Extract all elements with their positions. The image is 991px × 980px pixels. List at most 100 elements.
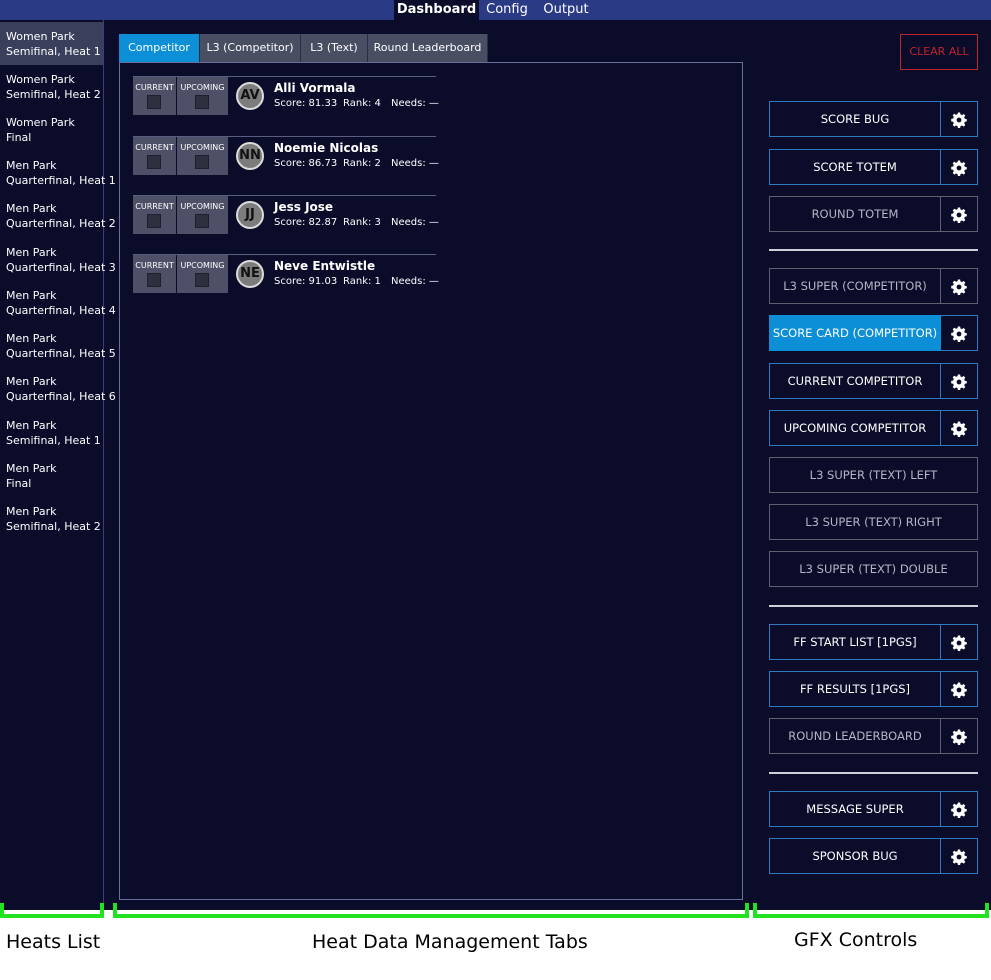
heat-item[interactable]: Men Park Quarterfinal, Heat 1 <box>0 151 116 194</box>
l3-text-left-button[interactable]: L3 SUPER (TEXT) LEFT <box>769 457 978 493</box>
heat-item[interactable]: Women Park Final <box>0 108 103 151</box>
tab-l3-competitor[interactable]: L3 (Competitor) <box>200 34 301 62</box>
current-checkbox[interactable]: CURRENT <box>133 137 176 175</box>
avatar: JJ <box>236 201 264 229</box>
heat-round: Quarterfinal, Heat 2 <box>6 217 116 230</box>
heat-event: Men Park <box>6 332 57 345</box>
heat-item[interactable]: Men Park Quarterfinal, Heat 5 <box>0 324 116 367</box>
current-checkbox-box[interactable] <box>147 155 161 169</box>
competitor-needs: Needs: — <box>391 276 439 287</box>
upcoming-checkbox-box[interactable] <box>195 214 209 228</box>
ff-results-button[interactable]: FF RESULTS [1PGS] <box>769 671 941 707</box>
round-leaderboard-button[interactable]: ROUND LEADERBOARD <box>769 718 941 754</box>
heat-round: Semifinal, Heat 1 <box>6 434 101 447</box>
score-totem-settings[interactable] <box>941 149 978 185</box>
round-totem-button[interactable]: ROUND TOTEM <box>769 196 941 232</box>
message-super-settings[interactable] <box>941 791 978 827</box>
gear-icon <box>951 682 967 698</box>
heat-item[interactable]: Men Park Quarterfinal, Heat 6 <box>0 367 116 410</box>
heat-data-panel <box>119 62 743 900</box>
competitor-rank: Rank: 4 <box>343 98 381 109</box>
ff-start-list-button[interactable]: FF START LIST [1PGS] <box>769 624 941 660</box>
heat-event: Women Park <box>6 30 75 43</box>
heat-event: Men Park <box>6 419 57 432</box>
l3-super-competitor-settings[interactable] <box>941 268 978 304</box>
upcoming-checkbox[interactable]: UPCOMING <box>177 77 228 115</box>
upcoming-checkbox[interactable]: UPCOMING <box>177 255 228 293</box>
heat-data-tabs-caption: Heat Data Management Tabs <box>312 931 588 953</box>
heat-round: Quarterfinal, Heat 5 <box>6 347 116 360</box>
heat-data-tabs-bracket <box>113 903 749 918</box>
heat-round: Quarterfinal, Heat 1 <box>6 174 116 187</box>
tab-round-leaderboard[interactable]: Round Leaderboard <box>368 34 488 62</box>
upcoming-checkbox[interactable]: UPCOMING <box>177 196 228 234</box>
score-card-competitor-button[interactable]: SCORE CARD (COMPETITOR) <box>769 315 941 351</box>
current-competitor-settings[interactable] <box>941 363 978 399</box>
competitor-name: Neve Entwistle <box>274 259 376 273</box>
sponsor-bug-button[interactable]: SPONSOR BUG <box>769 838 941 874</box>
gear-icon <box>951 112 967 128</box>
heat-item[interactable]: Women Park Semifinal, Heat 2 <box>0 65 103 108</box>
app-window: Dashboard Config Output Women Park Semifi… <box>0 0 991 910</box>
ff-results-settings[interactable] <box>941 671 978 707</box>
heat-event: Men Park <box>6 462 57 475</box>
heat-round: Semifinal, Heat 2 <box>6 88 101 101</box>
sponsor-bug-settings[interactable] <box>941 838 978 874</box>
current-checkbox[interactable]: CURRENT <box>133 255 176 293</box>
heat-item[interactable]: Men Park Semifinal, Heat 2 <box>0 497 103 540</box>
current-competitor-button[interactable]: CURRENT COMPETITOR <box>769 363 941 399</box>
competitor-needs: Needs: — <box>391 158 439 169</box>
competitor-score: Score: 81.33 <box>274 98 338 109</box>
nav-tab-config[interactable]: Config <box>481 0 533 20</box>
current-checkbox[interactable]: CURRENT <box>133 77 176 115</box>
ff-start-list-settings[interactable] <box>941 624 978 660</box>
score-bug-button[interactable]: SCORE BUG <box>769 101 941 137</box>
top-nav: Dashboard Config Output <box>0 0 991 20</box>
l3-text-double-button[interactable]: L3 SUPER (TEXT) DOUBLE <box>769 551 978 587</box>
upcoming-checkbox-box[interactable] <box>195 155 209 169</box>
heat-item[interactable]: Women Park Semifinal, Heat 1 <box>0 22 103 65</box>
avatar: NN <box>236 142 264 170</box>
heat-item[interactable]: Men Park Final <box>0 454 103 497</box>
score-totem-button[interactable]: SCORE TOTEM <box>769 149 941 185</box>
current-checkbox[interactable]: CURRENT <box>133 196 176 234</box>
round-leaderboard-settings[interactable] <box>941 718 978 754</box>
gear-icon <box>951 849 967 865</box>
current-checkbox-box[interactable] <box>147 214 161 228</box>
heat-event: Women Park <box>6 116 75 129</box>
tab-competitor[interactable]: Competitor <box>119 34 200 62</box>
heat-event: Women Park <box>6 73 75 86</box>
competitor-needs: Needs: — <box>391 98 439 109</box>
heat-item[interactable]: Men Park Quarterfinal, Heat 4 <box>0 281 116 324</box>
tab-l3-text[interactable]: L3 (Text) <box>301 34 368 62</box>
competitor-score: Score: 86.73 <box>274 158 338 169</box>
gear-icon <box>951 160 967 176</box>
upcoming-checkbox[interactable]: UPCOMING <box>177 137 228 175</box>
l3-text-right-button[interactable]: L3 SUPER (TEXT) RIGHT <box>769 504 978 540</box>
competitor-name: Noemie Nicolas <box>274 141 379 155</box>
l3-super-competitor-button[interactable]: L3 SUPER (COMPETITOR) <box>769 268 941 304</box>
nav-tab-dashboard[interactable]: Dashboard <box>394 0 479 20</box>
heat-item[interactable]: Men Park Semifinal, Heat 1 <box>0 411 103 454</box>
upcoming-competitor-button[interactable]: UPCOMING COMPETITOR <box>769 410 941 446</box>
upcoming-checkbox-box[interactable] <box>195 273 209 287</box>
upcoming-checkbox-box[interactable] <box>195 95 209 109</box>
current-label: CURRENT <box>135 83 174 92</box>
current-checkbox-box[interactable] <box>147 95 161 109</box>
clear-all-button[interactable]: CLEAR ALL <box>900 34 978 70</box>
score-bug-settings[interactable] <box>941 101 978 137</box>
current-checkbox-box[interactable] <box>147 273 161 287</box>
heat-item[interactable]: Men Park Quarterfinal, Heat 3 <box>0 238 116 281</box>
heat-item[interactable]: Men Park Quarterfinal, Heat 2 <box>0 194 116 237</box>
competitor-name: Jess Jose <box>274 200 334 214</box>
heat-event: Men Park <box>6 505 57 518</box>
upcoming-competitor-settings[interactable] <box>941 410 978 446</box>
heat-event: Men Park <box>6 159 57 172</box>
upcoming-label: UPCOMING <box>180 83 225 92</box>
nav-tab-output[interactable]: Output <box>536 0 596 20</box>
competitor-needs: Needs: — <box>391 217 439 228</box>
message-super-button[interactable]: MESSAGE SUPER <box>769 791 941 827</box>
score-card-competitor-settings[interactable] <box>941 315 978 351</box>
round-totem-settings[interactable] <box>941 196 978 232</box>
heat-event: Men Park <box>6 375 57 388</box>
